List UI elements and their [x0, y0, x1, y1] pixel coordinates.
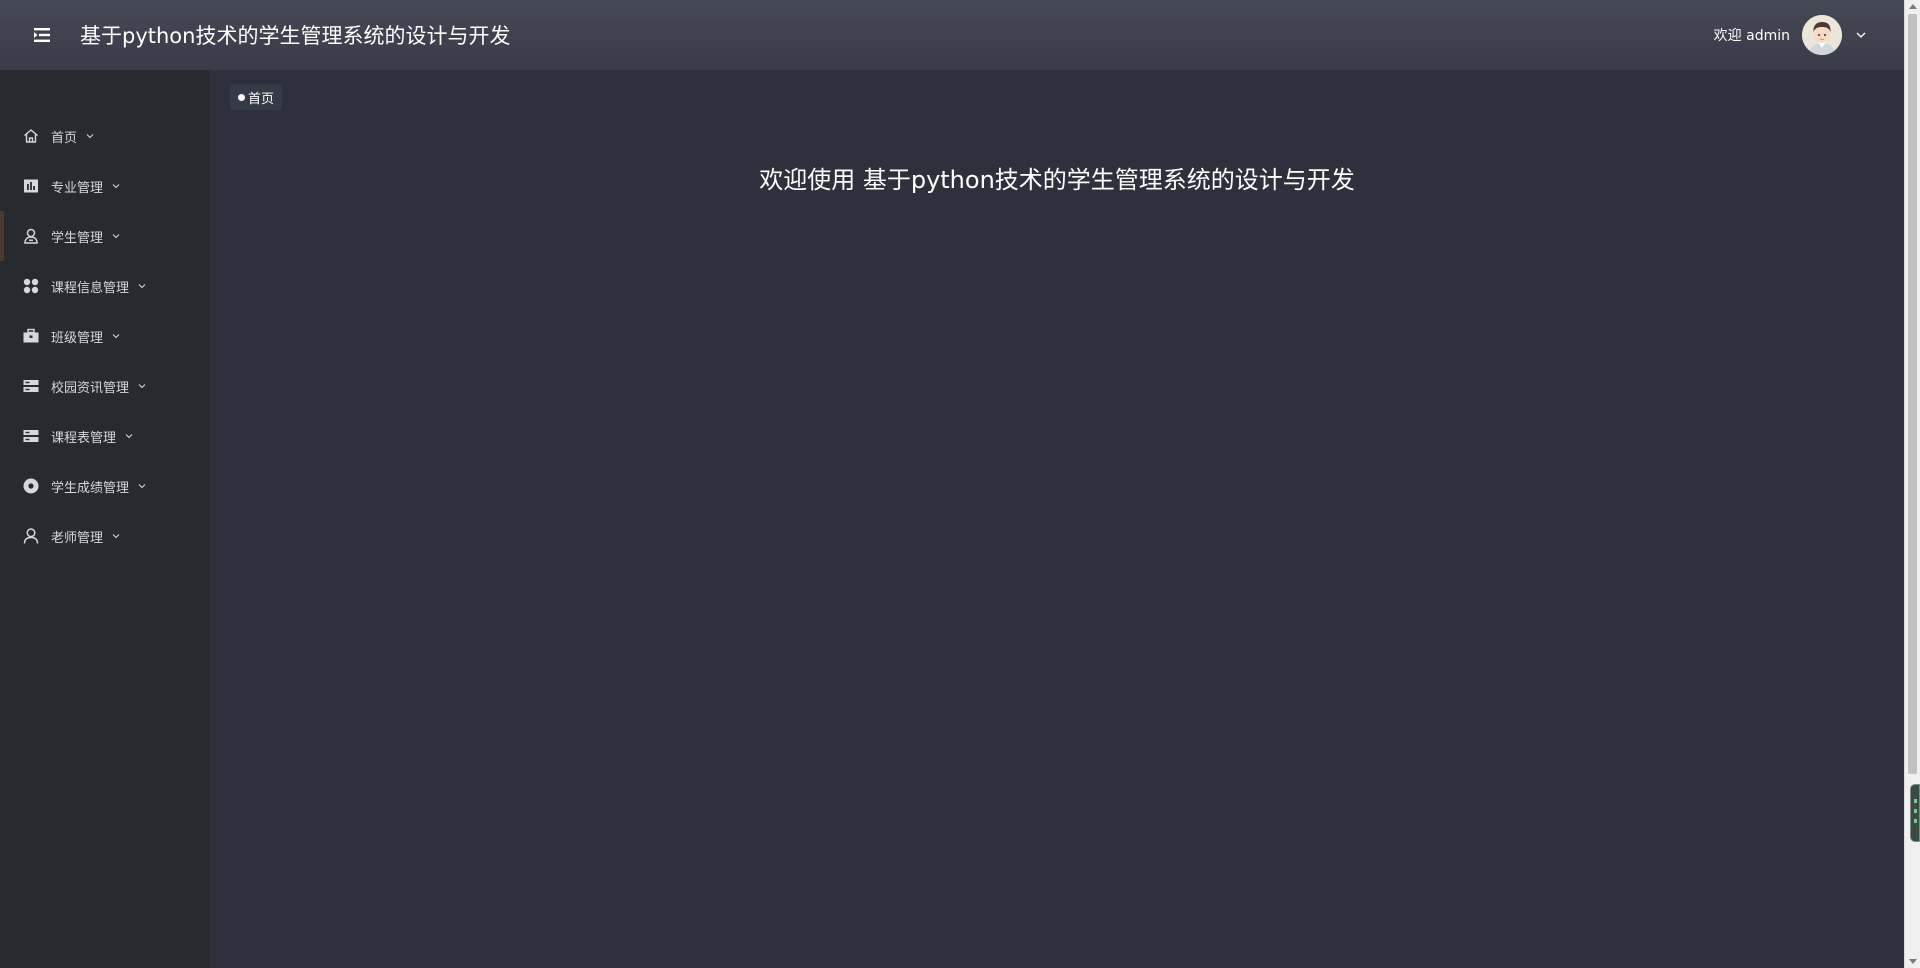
chart-icon: [22, 177, 40, 195]
sidebar-item-label: 首页: [51, 130, 78, 146]
sidebar-item-home[interactable]: 首页: [0, 111, 210, 161]
chevron-down-icon: [111, 181, 121, 191]
breadcrumb-tag[interactable]: 首页: [230, 84, 283, 110]
chevron-down-icon: [124, 431, 134, 441]
welcome-user-text: 欢迎 admin: [1713, 28, 1790, 44]
sidebar-item-major-management[interactable]: 专业管理: [0, 161, 210, 211]
sidebar-item-teacher-management[interactable]: 老师管理: [0, 511, 210, 561]
main-content: 首页 欢迎使用 基于python技术的学生管理系统的设计与开发: [210, 70, 1904, 968]
sidebar-item-label: 课程信息管理: [51, 280, 130, 296]
user-icon: [22, 527, 40, 545]
top-header: 基于python技术的学生管理系统的设计与开发 欢迎 admin: [0, 0, 1904, 70]
side-widget-handle[interactable]: [1910, 784, 1920, 842]
sidebar-item-student-management[interactable]: 学生管理: [0, 211, 210, 261]
chevron-down-icon[interactable]: [1854, 28, 1868, 42]
scroll-down-icon[interactable]: [1909, 959, 1917, 964]
home-icon: [22, 127, 40, 145]
server-icon: [22, 377, 40, 395]
chevron-down-icon: [137, 381, 147, 391]
chevron-down-icon: [111, 531, 121, 541]
sidebar-item-timetable-management[interactable]: 课程表管理: [0, 411, 210, 461]
sidebar-item-label: 校园资讯管理: [51, 380, 130, 396]
widget-bar: [1914, 809, 1917, 813]
sidebar-nav: 首页 专业管理 学生管理 课程信息管理 班级管理 校园资讯管理 课程表管理 学生…: [0, 70, 210, 968]
sidebar-item-label: 学生管理: [51, 230, 104, 246]
menu-toggle-icon[interactable]: [31, 24, 53, 46]
sidebar-item-class-management[interactable]: 班级管理: [0, 311, 210, 361]
chevron-down-icon: [137, 481, 147, 491]
app-title: 基于python技术的学生管理系统的设计与开发: [80, 24, 511, 48]
chevron-down-icon: [111, 231, 121, 241]
person-icon: [22, 227, 40, 245]
sidebar-item-label: 专业管理: [51, 180, 104, 196]
server-icon: [22, 427, 40, 445]
welcome-banner: 欢迎使用 基于python技术的学生管理系统的设计与开发: [759, 166, 1355, 194]
chevron-down-icon: [85, 131, 95, 141]
sidebar-item-label: 老师管理: [51, 530, 104, 546]
breadcrumb-label: 首页: [248, 91, 275, 107]
sidebar-item-campus-news-management[interactable]: 校园资讯管理: [0, 361, 210, 411]
scroll-thumb[interactable]: [1908, 14, 1917, 774]
chevron-down-icon: [137, 281, 147, 291]
sidebar-item-label: 班级管理: [51, 330, 104, 346]
user-area: 欢迎 admin: [1714, 15, 1868, 55]
target-icon: [22, 477, 40, 495]
sidebar-item-course-info-management[interactable]: 课程信息管理: [0, 261, 210, 311]
widget-bar: [1914, 819, 1917, 823]
briefcase-icon: [22, 327, 40, 345]
grid-icon: [22, 277, 40, 295]
sidebar-item-label: 学生成绩管理: [51, 480, 130, 496]
sidebar-item-grade-management[interactable]: 学生成绩管理: [0, 461, 210, 511]
user-avatar[interactable]: [1802, 15, 1842, 55]
chevron-down-icon: [111, 331, 121, 341]
widget-bar: [1914, 799, 1917, 803]
sidebar-item-label: 课程表管理: [51, 430, 117, 446]
dot-icon: [238, 93, 245, 101]
scroll-up-icon[interactable]: [1909, 4, 1917, 9]
